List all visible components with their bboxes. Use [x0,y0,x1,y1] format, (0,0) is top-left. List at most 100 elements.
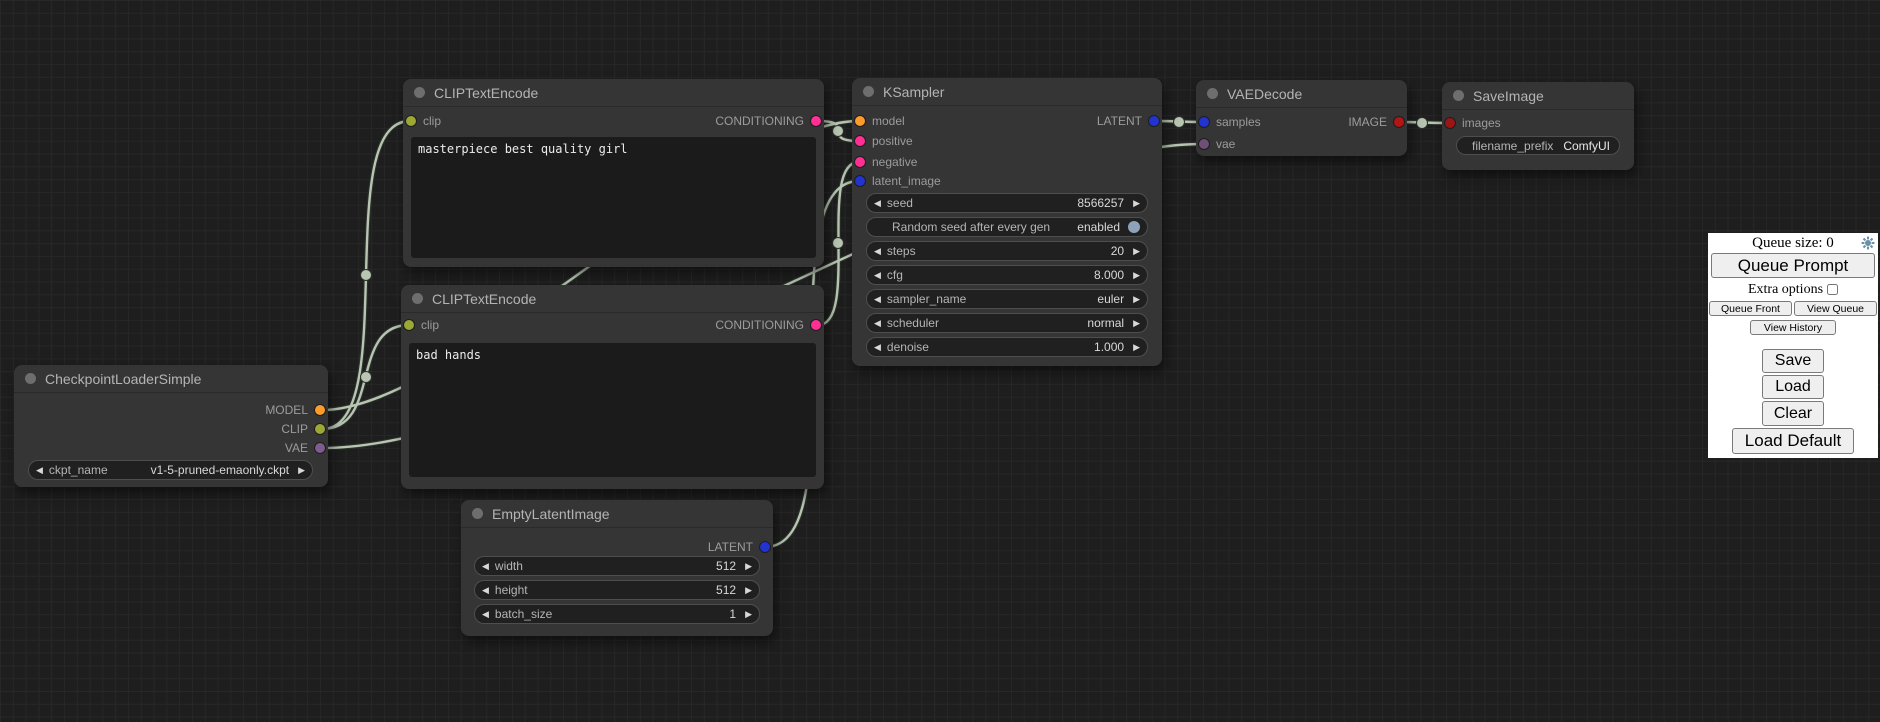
decrement-arrow-icon[interactable]: ◀ [874,247,881,256]
node-titlebar[interactable]: CLIPTextEncode [401,285,824,313]
samples-input-dot[interactable] [1199,117,1209,127]
conditioning-output-dot[interactable] [811,116,821,126]
clip-output-dot[interactable] [315,424,325,434]
denoise-widget[interactable]: ◀ denoise 1.000 ▶ [866,337,1148,357]
model-input-dot[interactable] [855,116,865,126]
increment-arrow-icon[interactable]: ▶ [745,562,752,571]
filename-prefix-widget[interactable]: filename_prefix ComfyUI [1456,136,1620,155]
width-widget[interactable]: ◀ width 512 ▶ [474,556,760,576]
queue-front-button[interactable]: Queue Front [1709,301,1792,316]
decrement-arrow-icon[interactable]: ◀ [482,562,489,571]
decrement-arrow-icon[interactable]: ◀ [482,610,489,619]
output-vae: VAE [285,440,325,456]
node-empty-latent-image[interactable]: EmptyLatentImage LATENT ◀ width 512 ▶ ◀ … [461,500,773,636]
increment-arrow-icon[interactable]: ▶ [1133,271,1140,280]
collapse-dot-icon[interactable] [25,373,36,384]
decrement-arrow-icon[interactable]: ◀ [874,343,881,352]
scheduler-widget[interactable]: ◀ scheduler normal ▶ [866,313,1148,333]
batch-size-widget[interactable]: ◀ batch_size 1 ▶ [474,604,760,624]
seed-widget[interactable]: ◀ seed 8566257 ▶ [866,193,1148,213]
collapse-dot-icon[interactable] [414,87,425,98]
clip-input-dot[interactable] [406,116,416,126]
input-vae: vae [1199,136,1235,152]
view-history-button[interactable]: View History [1750,320,1836,335]
height-widget[interactable]: ◀ height 512 ▶ [474,580,760,600]
link-dot [1417,118,1428,129]
latent-image-input-dot[interactable] [855,176,865,186]
node-titlebar[interactable]: EmptyLatentImage [461,500,773,528]
node-titlebar[interactable]: CheckpointLoaderSimple [14,365,328,393]
input-samples: samples [1199,114,1261,130]
increment-arrow-icon[interactable]: ▶ [745,586,752,595]
collapse-dot-icon[interactable] [472,508,483,519]
node-title: SaveImage [1473,88,1544,104]
increment-arrow-icon[interactable]: ▶ [1133,247,1140,256]
model-output-dot[interactable] [315,405,325,415]
decrement-arrow-icon[interactable]: ◀ [874,199,881,208]
input-clip: clip [406,113,441,129]
node-save-image[interactable]: SaveImage images filename_prefix ComfyUI [1442,82,1634,170]
vae-output-dot[interactable] [315,443,325,453]
conditioning-output-dot[interactable] [811,320,821,330]
collapse-dot-icon[interactable] [1207,88,1218,99]
sampler-name-widget[interactable]: ◀ sampler_name euler ▶ [866,289,1148,309]
queue-buttons-row: Queue Front View Queue [1709,301,1877,316]
input-negative: negative [855,154,917,170]
node-titlebar[interactable]: VAEDecode [1196,80,1407,108]
increment-arrow-icon[interactable]: ▶ [1133,199,1140,208]
input-clip: clip [404,317,439,333]
node-clip-text-encode-positive[interactable]: CLIPTextEncode clip CONDITIONING masterp… [403,79,824,267]
node-titlebar[interactable]: CLIPTextEncode [403,79,824,107]
output-image: IMAGE [1348,114,1404,130]
input-images: images [1445,115,1501,131]
input-model: model [855,113,905,129]
negative-prompt-textarea[interactable]: bad hands [409,343,816,477]
vae-input-dot[interactable] [1199,139,1209,149]
decrement-arrow-icon[interactable]: ◀ [874,319,881,328]
decrement-arrow-icon[interactable]: ◀ [36,466,43,475]
link-dot [1174,117,1185,128]
decrement-arrow-icon[interactable]: ◀ [482,586,489,595]
decrement-arrow-icon[interactable]: ◀ [874,295,881,304]
node-ksampler[interactable]: KSampler model positive negative latent_… [852,78,1162,366]
latent-output-dot[interactable] [760,542,770,552]
ckpt-name-widget[interactable]: ◀ ckpt_name v1-5-pruned-emaonly.ckpt ▶ [28,460,313,480]
node-checkpoint-loader[interactable]: CheckpointLoaderSimple MODEL CLIP VAE ◀ … [14,365,328,487]
node-titlebar[interactable]: SaveImage [1442,82,1634,110]
save-button[interactable]: Save [1762,349,1824,373]
node-vae-decode[interactable]: VAEDecode samples vae IMAGE [1196,80,1407,156]
clear-button[interactable]: Clear [1762,401,1824,426]
load-button[interactable]: Load [1762,375,1824,399]
negative-input-dot[interactable] [855,157,865,167]
queue-prompt-button[interactable]: Queue Prompt [1711,253,1875,278]
view-queue-button[interactable]: View Queue [1794,301,1877,316]
toggle-enabled-dot[interactable] [1128,221,1140,233]
positive-input-dot[interactable] [855,136,865,146]
positive-prompt-textarea[interactable]: masterpiece best quality girl [411,137,816,258]
node-titlebar[interactable]: KSampler [852,78,1162,106]
clip-input-dot[interactable] [404,320,414,330]
increment-arrow-icon[interactable]: ▶ [298,466,305,475]
collapse-dot-icon[interactable] [863,86,874,97]
load-default-button[interactable]: Load Default [1732,428,1854,454]
cfg-widget[interactable]: ◀ cfg 8.000 ▶ [866,265,1148,285]
collapse-dot-icon[interactable] [412,293,423,304]
increment-arrow-icon[interactable]: ▶ [1133,295,1140,304]
latent-output-dot[interactable] [1149,116,1159,126]
collapse-dot-icon[interactable] [1453,90,1464,101]
increment-arrow-icon[interactable]: ▶ [1133,319,1140,328]
increment-arrow-icon[interactable]: ▶ [1133,343,1140,352]
images-input-dot[interactable] [1445,118,1455,128]
node-title: CLIPTextEncode [434,85,538,101]
steps-widget[interactable]: ◀ steps 20 ▶ [866,241,1148,261]
decrement-arrow-icon[interactable]: ◀ [874,271,881,280]
link-dot [361,270,372,281]
node-graph-canvas[interactable]: CheckpointLoaderSimple MODEL CLIP VAE ◀ … [0,0,1880,722]
settings-gear-icon[interactable] [1861,236,1875,250]
increment-arrow-icon[interactable]: ▶ [745,610,752,619]
image-output-dot[interactable] [1394,117,1404,127]
extra-options-checkbox[interactable] [1827,284,1838,295]
node-clip-text-encode-negative[interactable]: CLIPTextEncode clip CONDITIONING bad han… [401,285,824,489]
random-seed-toggle[interactable]: Random seed after every gen enabled [866,217,1148,237]
node-title: KSampler [883,84,944,100]
